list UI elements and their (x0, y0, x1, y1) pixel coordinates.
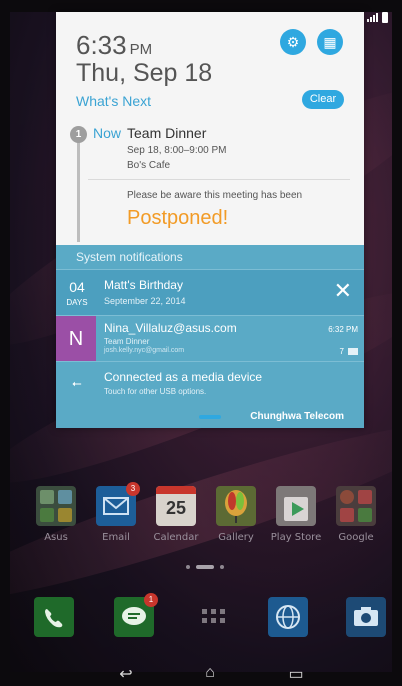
navigation-bar: ↩ ⌂ ▭ (10, 664, 392, 686)
clear-button[interactable]: Clear (302, 90, 344, 109)
page-dot-active (196, 565, 214, 569)
days-count: 04 (69, 279, 85, 295)
dock: 1 (34, 593, 386, 641)
asus-folder-icon (36, 486, 76, 526)
phone-icon[interactable] (34, 597, 74, 637)
clock-time: 6:33 (76, 30, 127, 60)
app-google[interactable]: Google (326, 486, 386, 543)
settings-button[interactable]: ⚙ (280, 29, 306, 55)
play-store-icon (276, 486, 316, 526)
event-place: Bo's Cafe (127, 160, 171, 171)
now-label: Now (93, 125, 122, 141)
app-asus[interactable]: Asus (26, 486, 86, 543)
notification-account: josh.kelly.nyc@gmail.com (104, 347, 185, 354)
back-icon[interactable]: ↩ (114, 664, 138, 684)
birthday-notification[interactable]: 04 DAYS Matt's Birthday September 22, 20… (56, 269, 364, 315)
event-notice: Please be aware this meeting has been (127, 190, 303, 201)
notification-time: 6:32 PM (328, 325, 358, 334)
close-icon[interactable]: ✕ (334, 280, 352, 302)
email-badge: 3 (126, 482, 140, 496)
mail-icon (348, 348, 358, 355)
messages-badge: 1 (144, 593, 158, 607)
clock-ampm: PM (129, 41, 153, 58)
avatar: N (56, 316, 96, 362)
gallery-icon (216, 486, 256, 526)
event-status: Postponed! (127, 207, 229, 229)
page-indicator (186, 565, 224, 569)
drag-handle[interactable] (199, 415, 221, 419)
browser-icon[interactable] (268, 597, 308, 637)
email-icon: 3 (96, 482, 140, 526)
clock: 6:33 PM (76, 30, 152, 61)
notification-subtitle: Team Dinner (104, 337, 150, 346)
page-dot (220, 565, 224, 569)
timeline-line (77, 138, 80, 242)
home-app-grid: Asus 3 Email 25 Calendar Gallery Play St… (26, 482, 386, 556)
page-dot (186, 565, 190, 569)
gear-icon: ⚙ (286, 33, 300, 50)
app-label: Calendar (153, 532, 199, 543)
divider (88, 179, 350, 180)
notification-panel: 6:33 PM Thu, Sep 18 ⚙ ▦ What's Next Clear… (56, 12, 364, 428)
quick-settings-button[interactable]: ▦ (317, 29, 343, 55)
app-label: Google (338, 532, 374, 543)
messages-icon[interactable]: 1 (114, 593, 158, 637)
google-folder-icon (336, 486, 376, 526)
date-label: Thu, Sep 18 (76, 59, 213, 87)
notification-title: Connected as a media device (104, 370, 263, 384)
notification-count: 7 (339, 347, 344, 356)
home-icon[interactable]: ⌂ (198, 664, 222, 682)
app-label: Play Store (270, 532, 322, 543)
app-calendar[interactable]: 25 Calendar (146, 486, 206, 543)
event-time: Sep 18, 8:00–9:00 PM (127, 145, 227, 156)
notification-subtitle: September 22, 2014 (104, 296, 186, 306)
app-email[interactable]: 3 Email (86, 482, 146, 543)
whats-next-title[interactable]: What's Next (76, 93, 151, 109)
camera-icon[interactable] (346, 597, 386, 637)
notification-title: Matt's Birthday (104, 278, 183, 292)
carrier-name: Chunghwa Telecom (250, 411, 344, 422)
grid-icon: ▦ (323, 33, 337, 50)
app-label: Email (102, 532, 130, 543)
app-gallery[interactable]: Gallery (206, 486, 266, 543)
all-apps-icon[interactable] (194, 597, 234, 637)
app-label: Gallery (218, 532, 254, 543)
usb-icon: ⭠ (72, 376, 82, 390)
notification-title: Nina_Villaluz@asus.com (104, 321, 237, 335)
notification-subtitle: Touch for other USB options. (104, 387, 207, 396)
signal-icon (367, 13, 378, 22)
usb-notification[interactable]: ⭠ Connected as a media device Touch for … (56, 361, 364, 405)
days-label: DAYS (66, 298, 88, 307)
calendar-day: 25 (165, 498, 187, 518)
battery-icon (382, 12, 388, 23)
app-label: Asus (44, 532, 68, 543)
email-notification[interactable]: N Nina_Villaluz@asus.com Team Dinner jos… (56, 315, 364, 362)
carrier-bar: Chunghwa Telecom (56, 405, 364, 428)
calendar-icon: 25 (156, 486, 196, 526)
recents-icon[interactable]: ▭ (284, 664, 308, 684)
event-title[interactable]: Team Dinner (127, 125, 206, 141)
app-play-store[interactable]: Play Store (266, 486, 326, 543)
system-notifications-header: System notifications (56, 245, 364, 269)
timeline-index: 1 (70, 126, 87, 143)
